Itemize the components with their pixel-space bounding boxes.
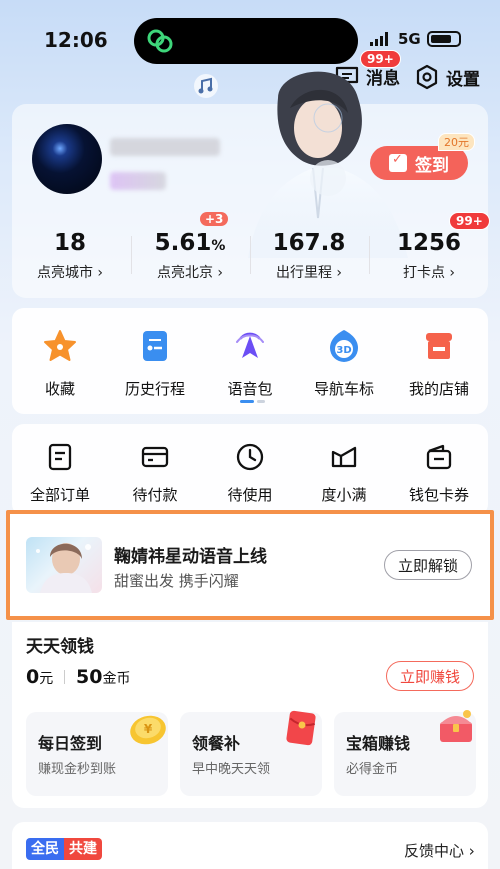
shortcut-label: 历史行程	[124, 380, 185, 398]
shop-icon	[426, 333, 452, 359]
signin-button[interactable]: 签到	[370, 146, 468, 180]
settings-label: 设置	[446, 69, 480, 90]
stat-increase-badge: +3	[200, 212, 229, 226]
cash-balance[interactable]: 0元	[26, 666, 53, 688]
shortcut-label: 我的店铺	[408, 380, 469, 398]
signin-reward-tag: 20元	[438, 133, 475, 151]
order-label: 钱包卡券	[408, 486, 469, 504]
unlock-now-button[interactable]: 立即解锁	[384, 550, 472, 580]
coins-value: 50	[76, 666, 103, 688]
order-all[interactable]: 全部订单	[15, 442, 105, 505]
divider	[250, 236, 251, 274]
task-subtitle: 必得金币	[346, 762, 399, 777]
stat-label: 出行里程 ›	[275, 265, 343, 281]
history-trip-icon	[143, 331, 167, 361]
shortcut-history-trips[interactable]: 历史行程	[110, 328, 200, 399]
shortcut-label: 导航车标	[313, 380, 374, 398]
signin-label: 签到	[415, 155, 449, 176]
gold-coin-icon: ¥	[130, 715, 166, 745]
promo-subtitle: 甜蜜出发 携手闪耀	[114, 572, 239, 590]
task-treasure-chest[interactable]: 宝箱赚钱 必得金币	[334, 710, 476, 796]
daily-money-title: 天天领钱	[26, 637, 94, 657]
page-dot	[257, 400, 265, 403]
car-marker-3d-icon: 3D	[330, 330, 358, 362]
shortcut-car-marker[interactable]: 3D 导航车标	[299, 328, 389, 399]
stat-value: 167.8	[272, 230, 346, 256]
coin-balance[interactable]: 50金币	[76, 666, 130, 688]
stat-lit-beijing[interactable]: 5.61% 点亮北京 ›	[135, 230, 245, 282]
svg-text:¥: ¥	[144, 722, 153, 736]
status-indicators: 5G	[370, 30, 461, 48]
order-list-icon	[48, 443, 72, 471]
cash-value: 0	[26, 666, 40, 688]
promo-title: 鞠婧祎星动语音上线	[114, 547, 267, 567]
treasure-chest-icon	[440, 710, 472, 742]
task-meal-subsidy[interactable]: 领餐补 早中晚天天领	[180, 710, 322, 796]
order-label: 度小满	[321, 486, 367, 504]
status-time: 12:06	[44, 28, 108, 52]
link-icon	[147, 29, 173, 53]
star-icon	[44, 330, 76, 361]
stat-label: 点亮北京 ›	[156, 265, 224, 281]
order-duxiaoman[interactable]: 度小满	[299, 442, 389, 505]
stat-label: 打卡点 ›	[402, 265, 456, 281]
co-build-tag: 全民 共建	[26, 838, 102, 860]
page-dot-active	[240, 400, 254, 403]
feedback-center-link[interactable]: 反馈中心 ›	[404, 840, 475, 861]
task-subtitle: 赚现金秒到账	[38, 762, 117, 777]
order-pending-payment[interactable]: 待付款	[110, 442, 200, 505]
task-title: 宝箱赚钱	[346, 734, 411, 753]
avatar[interactable]	[32, 124, 102, 194]
order-wallet-coupons[interactable]: 钱包卡券	[394, 442, 484, 505]
task-subtitle: 早中晚天天领	[192, 762, 271, 777]
divider	[64, 670, 65, 684]
music-note-icon[interactable]	[192, 72, 220, 100]
battery-icon	[426, 31, 461, 47]
stat-label: 点亮城市 ›	[36, 265, 104, 281]
order-to-use[interactable]: 待使用	[205, 442, 295, 505]
voice-pack-icon	[236, 332, 264, 358]
card-payment-icon	[141, 446, 169, 468]
clock-icon	[236, 443, 264, 471]
stat-value: 1256	[396, 230, 461, 256]
stat-value: 18	[53, 230, 86, 256]
stat-checkin-points[interactable]: 1256 打卡点 ›	[374, 230, 484, 282]
calendar-check-icon	[389, 152, 407, 172]
celebrity-portrait-image	[36, 543, 92, 593]
order-label: 待付款	[132, 486, 178, 504]
order-label: 全部订单	[29, 486, 90, 504]
shortcut-favorites[interactable]: 收藏	[15, 328, 105, 399]
divider	[369, 236, 370, 274]
duxiaoman-icon	[331, 446, 357, 468]
shortcut-label: 收藏	[44, 380, 75, 398]
user-level-blurred	[110, 172, 166, 190]
earn-now-button[interactable]: 立即赚钱	[386, 661, 474, 691]
shortcut-my-shop[interactable]: 我的店铺	[394, 328, 484, 399]
shortcut-voice-pack[interactable]: 语音包	[205, 328, 295, 399]
wallet-icon	[426, 444, 452, 470]
stat-value: 5.61	[154, 230, 212, 256]
red-envelope-icon	[286, 710, 316, 746]
divider	[131, 236, 132, 274]
tag-right: 共建	[64, 838, 102, 860]
tag-left: 全民	[26, 838, 64, 860]
checkin-badge: 99+	[449, 212, 490, 230]
task-daily-signin[interactable]: 每日签到 赚现金秒到账 ¥	[26, 712, 168, 796]
coins-unit: 金币	[102, 671, 131, 687]
promo-thumbnail	[26, 537, 102, 593]
cash-unit: 元	[39, 671, 54, 687]
username-blurred	[110, 138, 220, 156]
stat-mileage[interactable]: 167.8 出行里程 ›	[254, 230, 364, 282]
signal-icon	[370, 32, 388, 46]
shortcut-label: 语音包	[227, 380, 273, 398]
network-label: 5G	[398, 30, 421, 48]
page-indicator	[240, 400, 265, 403]
order-label: 待使用	[227, 486, 273, 504]
stat-lit-cities[interactable]: 18 点亮城市 ›	[15, 230, 125, 282]
task-title: 每日签到	[38, 734, 103, 753]
svg-text:3D: 3D	[336, 345, 351, 356]
task-title: 领餐补	[192, 734, 241, 753]
